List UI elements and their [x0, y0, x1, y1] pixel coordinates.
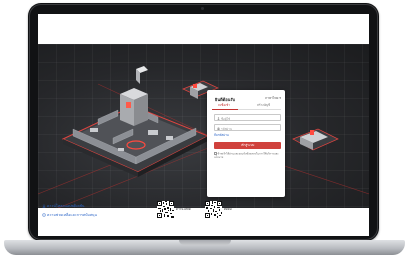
terms-checkbox[interactable]	[214, 152, 217, 155]
qr-code-icon	[157, 201, 174, 218]
forgot-password-link[interactable]: ลืมรหัสผ่าน	[214, 133, 229, 138]
laptop-base-notch	[179, 240, 231, 245]
qr-1-label: ดาวน์โหลด	[176, 207, 191, 211]
footer-link-1-label: ดาวน์โหลดแอปพลิเคชัน	[47, 204, 85, 208]
footer-support-link[interactable]: ความช่วยเหลือและการสนับสนุน	[42, 212, 97, 218]
qr-code-icon	[205, 201, 222, 218]
terms-agreement: ข้าพเจ้าได้อ่านและยอมรับข้อตกลงในการใช้บ…	[214, 152, 282, 159]
hero-banner: ยินดีต้อนรับ ภาษาไทย ▾ ลงชื่อเข้า สร้างบ…	[38, 44, 369, 208]
support-icon	[42, 213, 46, 217]
tab-sign-in[interactable]: ลงชื่อเข้า	[218, 103, 230, 108]
lock-icon	[216, 126, 220, 130]
laptop-base	[4, 240, 405, 255]
language-selector[interactable]: ภาษาไทย ▾	[265, 96, 281, 101]
username-field[interactable]: ชื่อผู้ใช้	[214, 114, 281, 121]
user-icon	[216, 116, 220, 120]
chevron-down-icon: ▾	[279, 96, 281, 100]
qr-2-label: ติดต่อ	[224, 207, 232, 211]
login-button[interactable]: เข้าสู่ระบบ	[214, 142, 281, 149]
laptop-screen: ยินดีต้อนรับ ภาษาไทย ▾ ลงชื่อเข้า สร้างบ…	[38, 14, 369, 236]
username-placeholder: ชื่อผู้ใช้	[221, 116, 231, 121]
footer-link-2-label: ความช่วยเหลือและการสนับสนุน	[47, 213, 97, 217]
footer-download-link[interactable]: ดาวน์โหลดแอปพลิเคชัน	[42, 203, 85, 209]
isometric-building-illustration	[38, 66, 369, 208]
tab-create-account[interactable]: สร้างบัญชี	[257, 103, 270, 108]
password-placeholder: รหัสผ่าน	[221, 126, 232, 131]
password-field[interactable]: รหัสผ่าน	[214, 124, 281, 131]
camera-dot	[201, 7, 204, 10]
login-title: ยินดีต้อนรับ	[215, 97, 236, 102]
terms-text: ข้าพเจ้าได้อ่านและยอมรับข้อตกลงในการใช้บ…	[214, 152, 279, 159]
active-tab-indicator	[212, 109, 238, 110]
download-icon	[42, 204, 46, 208]
language-label: ภาษาไทย	[265, 96, 279, 100]
login-panel: ยินดีต้อนรับ ภาษาไทย ▾ ลงชื่อเข้า สร้างบ…	[207, 90, 285, 197]
